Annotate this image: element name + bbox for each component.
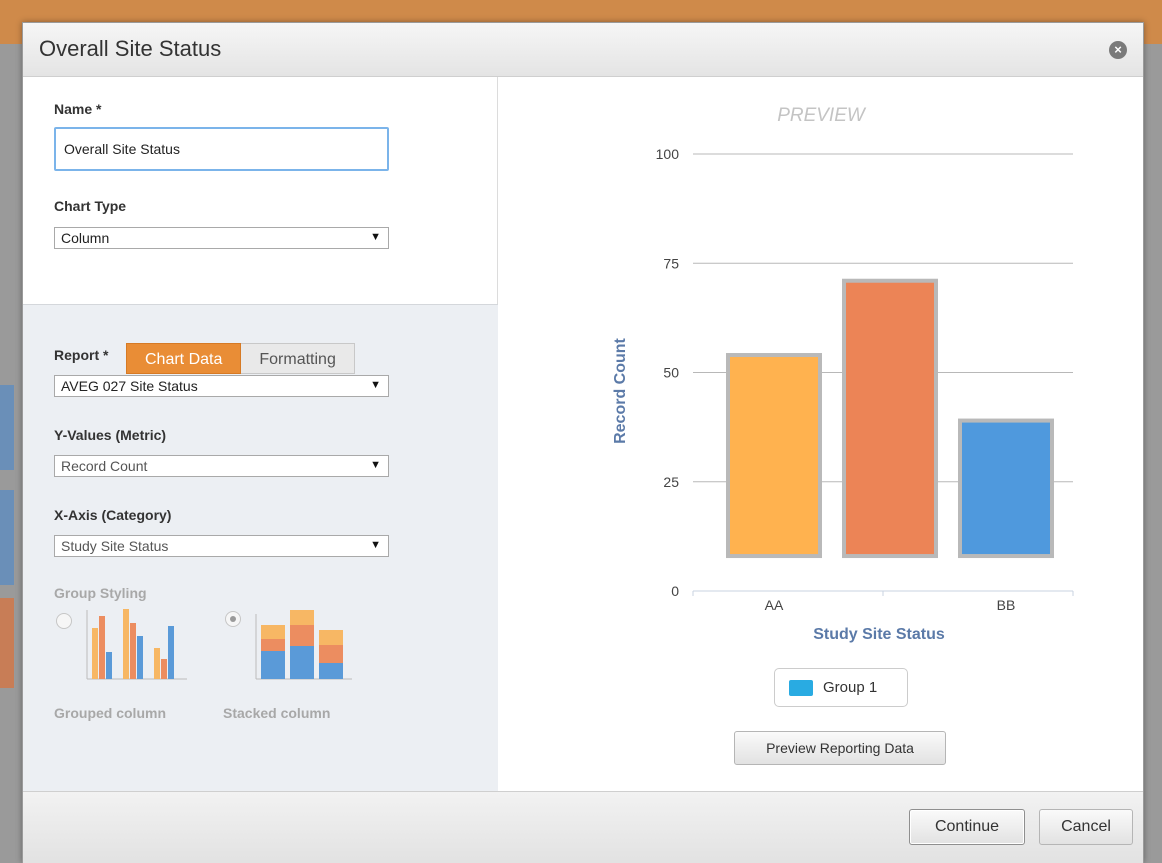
yvalues-select[interactable]: Record Count ▼	[54, 455, 389, 477]
background-blue-strip	[0, 490, 14, 585]
xaxis-label: X-Axis (Category)	[54, 507, 172, 523]
settings-pane: Name * Chart Type Column ▼ Chart Data Fo…	[23, 77, 498, 791]
stacked-column-label: Stacked column	[223, 705, 331, 721]
y-tick-label: 75	[663, 255, 679, 271]
yvalues-label: Y-Values (Metric)	[54, 427, 167, 443]
report-value: AVEG 027 Site Status	[61, 378, 198, 394]
dropdown-arrow-icon: ▼	[370, 231, 381, 243]
group-styling-label: Group Styling	[54, 585, 147, 601]
background-right-panel	[1144, 44, 1162, 863]
bar	[958, 418, 1054, 559]
y-tick-label: 100	[656, 146, 680, 162]
preview-chart: 0 25 50 75 100 AA BB Record Count Study Site …	[612, 146, 1074, 643]
tab-chart-data[interactable]: Chart Data	[126, 343, 242, 374]
chart-legend[interactable]: Group 1	[774, 668, 908, 707]
name-input[interactable]	[54, 127, 389, 171]
settings-tabs: Chart Data Formatting	[126, 343, 355, 374]
preview-pane: PREVIEW 0 25 50 75 100 AA BB Record Count Stu…	[499, 77, 1143, 791]
background-blue-strip	[0, 385, 14, 470]
x-tick-label: BB	[997, 597, 1016, 613]
grouped-column-radio[interactable]	[56, 613, 72, 629]
grouped-column-icon	[86, 609, 187, 680]
yvalues-value: Record Count	[61, 458, 148, 474]
preview-reporting-data-button[interactable]: Preview Reporting Data	[734, 731, 946, 765]
dialog-body: Name * Chart Type Column ▼ Chart Data Fo…	[23, 77, 1143, 791]
report-label: Report *	[54, 347, 109, 363]
cancel-button[interactable]: Cancel	[1039, 809, 1133, 845]
x-axis-title: Study Site Status	[813, 626, 945, 643]
y-axis-title: Record Count	[612, 337, 629, 443]
chart-type-label: Chart Type	[54, 198, 127, 214]
background-orange-strip	[0, 598, 14, 688]
xaxis-value: Study Site Status	[61, 538, 169, 554]
grouped-column-label: Grouped column	[54, 705, 166, 721]
bar	[726, 353, 822, 559]
dropdown-arrow-icon: ▼	[370, 379, 381, 391]
continue-button[interactable]: Continue	[909, 809, 1025, 845]
close-icon[interactable]: ×	[1109, 41, 1127, 59]
dialog-footer: Continue Cancel	[23, 791, 1143, 863]
dialog-title: Overall Site Status	[39, 36, 222, 61]
legend-swatch	[789, 679, 813, 696]
report-select[interactable]: AVEG 027 Site Status ▼	[54, 375, 389, 397]
tab-formatting[interactable]: Formatting	[241, 343, 355, 374]
dropdown-arrow-icon: ▼	[370, 459, 381, 471]
dropdown-arrow-icon: ▼	[370, 539, 381, 551]
stacked-column-icon	[255, 610, 352, 680]
chart-type-value: Column	[61, 230, 110, 246]
chart-type-select[interactable]: Column ▼	[54, 227, 389, 249]
x-tick-label: AA	[765, 597, 784, 613]
y-tick-label: 25	[663, 474, 679, 490]
legend-label: Group 1	[823, 679, 878, 696]
chart-dialog: Overall Site Status × Name * Chart Type …	[22, 22, 1144, 863]
dialog-header: Overall Site Status ×	[23, 23, 1143, 77]
bar	[842, 278, 938, 559]
stacked-column-radio[interactable]	[225, 611, 241, 627]
y-tick-label: 0	[671, 583, 679, 599]
y-tick-label: 50	[663, 365, 679, 381]
name-label: Name *	[54, 101, 102, 117]
xaxis-select[interactable]: Study Site Status ▼	[54, 535, 389, 557]
